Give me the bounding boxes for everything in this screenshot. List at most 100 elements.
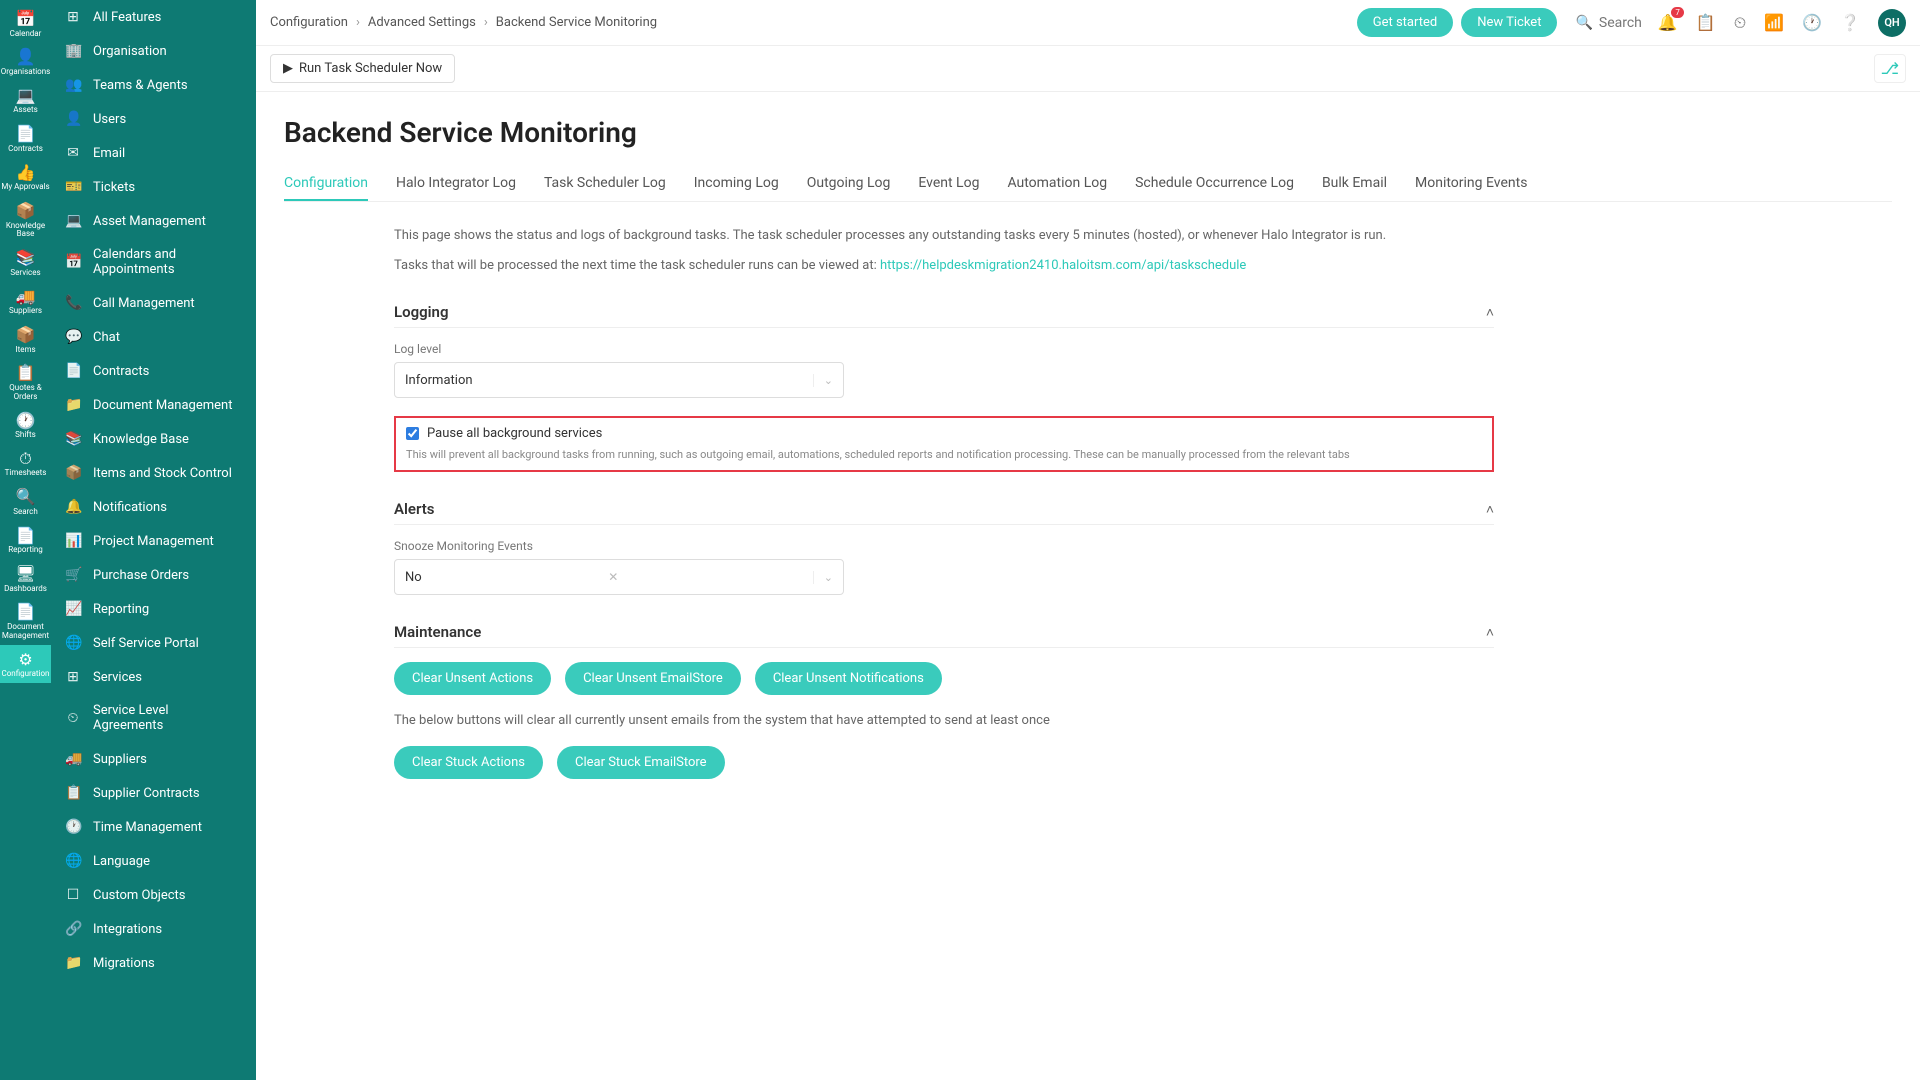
menu-sidebar-item[interactable]: 📞Call Management <box>51 286 256 320</box>
menu-sidebar-item[interactable]: 🛒Purchase Orders <box>51 558 256 592</box>
avatar[interactable]: QH <box>1878 9 1906 37</box>
menu-sidebar-item[interactable]: 📈Reporting <box>51 592 256 626</box>
icon-sidebar-item[interactable]: 🚚Suppliers <box>0 282 51 320</box>
icon-sidebar-item[interactable]: 📄Document Management <box>0 597 51 644</box>
menu-sidebar-item[interactable]: 📅Calendars and Appointments <box>51 238 256 286</box>
menu-sidebar-item[interactable]: 📚Knowledge Base <box>51 422 256 456</box>
tab[interactable]: Automation Log <box>1007 167 1107 201</box>
tab[interactable]: Schedule Occurrence Log <box>1135 167 1294 201</box>
icon-sidebar-item[interactable]: 📦Items <box>0 320 51 358</box>
bell-icon[interactable]: 🔔7 <box>1658 13 1678 32</box>
icon-sidebar-item[interactable]: ⏱Timesheets <box>0 444 51 482</box>
clear-icon[interactable]: ✕ <box>608 570 626 584</box>
maintenance-button[interactable]: Clear Stuck Actions <box>394 746 543 779</box>
log-level-select[interactable]: Information ⌄ <box>394 362 844 398</box>
menu-icon: 📚 <box>65 431 81 447</box>
breadcrumb-item[interactable]: Configuration <box>270 15 348 30</box>
help-icon[interactable]: ❔ <box>1840 13 1860 32</box>
clipboard-icon[interactable]: 📋 <box>1696 13 1716 32</box>
maintenance-button[interactable]: Clear Stuck EmailStore <box>557 746 725 779</box>
sidebar-label: Timesheets <box>5 469 47 478</box>
maintenance-button[interactable]: Clear Unsent Actions <box>394 662 551 695</box>
breadcrumb-item[interactable]: Advanced Settings <box>368 15 476 30</box>
icon-sidebar-item[interactable]: 📋Quotes & Orders <box>0 358 51 405</box>
menu-icon: 💬 <box>65 329 81 345</box>
tab[interactable]: Bulk Email <box>1322 167 1387 201</box>
menu-sidebar-item[interactable]: 🔗Integrations <box>51 912 256 946</box>
icon-sidebar-item[interactable]: 📄Reporting <box>0 521 51 559</box>
menu-sidebar-item[interactable]: 💬Chat <box>51 320 256 354</box>
menu-sidebar-item[interactable]: 🚚Suppliers <box>51 742 256 776</box>
menu-sidebar-item[interactable]: 📁Migrations <box>51 946 256 980</box>
tab[interactable]: Halo Integrator Log <box>396 167 516 201</box>
sidebar-icon: 📚 <box>16 249 36 267</box>
icon-sidebar-item[interactable]: 📦Knowledge Base <box>0 196 51 243</box>
chevron-up-icon[interactable]: ˄ <box>1486 304 1494 321</box>
icon-sidebar-item[interactable]: 👤Organisations <box>0 42 51 80</box>
icon-sidebar-item[interactable]: 💻Assets <box>0 81 51 119</box>
menu-sidebar-item[interactable]: 🏢Organisation <box>51 34 256 68</box>
menu-sidebar-item[interactable]: 🌐Self Service Portal <box>51 626 256 660</box>
description-1: This page shows the status and logs of b… <box>394 226 1494 246</box>
sidebar-icon: 📄 <box>16 125 36 143</box>
maintenance-button[interactable]: Clear Unsent Notifications <box>755 662 942 695</box>
menu-sidebar-item[interactable]: 🌐Language <box>51 844 256 878</box>
chevron-up-icon[interactable]: ˄ <box>1486 624 1494 641</box>
new-ticket-button[interactable]: New Ticket <box>1461 8 1557 37</box>
pause-services-checkbox-row[interactable]: Pause all background services <box>406 426 1482 441</box>
icon-sidebar-item[interactable]: 🕐Shifts <box>0 406 51 444</box>
menu-sidebar-item[interactable]: 👤Users <box>51 102 256 136</box>
icon-sidebar-item[interactable]: 📄Contracts <box>0 119 51 157</box>
icon-sidebar-item[interactable]: ⚙Configuration <box>0 645 51 683</box>
menu-icon: 📋 <box>65 785 81 801</box>
menu-sidebar-item[interactable]: 📁Document Management <box>51 388 256 422</box>
breadcrumb-item[interactable]: Backend Service Monitoring <box>496 15 657 30</box>
menu-sidebar-item[interactable]: 📄Contracts <box>51 354 256 388</box>
tab[interactable]: Monitoring Events <box>1415 167 1527 201</box>
menu-icon: 👥 <box>65 77 81 93</box>
tab[interactable]: Outgoing Log <box>807 167 891 201</box>
alerts-title: Alerts <box>394 500 435 518</box>
icon-sidebar-item[interactable]: 🖥Dashboards <box>0 559 51 597</box>
sidebar-icon: 👤 <box>16 48 36 66</box>
tab[interactable]: Incoming Log <box>694 167 779 201</box>
menu-sidebar-item[interactable]: 📦Items and Stock Control <box>51 456 256 490</box>
search-box[interactable]: 🔍 Search <box>1575 15 1641 31</box>
menu-sidebar-item[interactable]: ☐Custom Objects <box>51 878 256 912</box>
tab[interactable]: Event Log <box>918 167 979 201</box>
icon-sidebar-item[interactable]: 🔍Search <box>0 482 51 520</box>
menu-sidebar-item[interactable]: 🕐Time Management <box>51 810 256 844</box>
sidebar-icon: 🖥 <box>15 565 35 583</box>
menu-label: Service Level Agreements <box>93 703 242 733</box>
menu-sidebar-item[interactable]: ⊞All Features <box>51 0 256 34</box>
tab[interactable]: Configuration <box>284 167 368 201</box>
menu-icon: 📅 <box>65 254 81 270</box>
icon-sidebar-item[interactable]: 👍My Approvals <box>0 158 51 196</box>
sidebar-icon: 🕐 <box>16 412 36 430</box>
menu-sidebar-item[interactable]: 🔔Notifications <box>51 490 256 524</box>
run-task-scheduler-button[interactable]: ▶ Run Task Scheduler Now <box>270 54 455 83</box>
chevron-up-icon[interactable]: ˄ <box>1486 501 1494 518</box>
menu-sidebar-item[interactable]: ⊞Services <box>51 660 256 694</box>
icon-sidebar-item[interactable]: 📅Calendar <box>0 4 51 42</box>
menu-sidebar-item[interactable]: ✉Email <box>51 136 256 170</box>
menu-sidebar-item[interactable]: 💻Asset Management <box>51 204 256 238</box>
tree-view-icon[interactable]: ⎇ <box>1874 54 1906 83</box>
clock-icon[interactable]: 🕐 <box>1802 13 1822 32</box>
get-started-button[interactable]: Get started <box>1357 8 1453 37</box>
rss-icon[interactable]: 📶 <box>1764 13 1784 32</box>
tab[interactable]: Task Scheduler Log <box>544 167 666 201</box>
description-2: Tasks that will be processed the next ti… <box>394 256 1494 276</box>
menu-sidebar-item[interactable]: 📋Supplier Contracts <box>51 776 256 810</box>
gauge-icon[interactable]: ⏲ <box>1734 13 1746 33</box>
snooze-select[interactable]: No ✕ ⌄ <box>394 559 844 595</box>
main-panel: Configuration › Advanced Settings › Back… <box>256 0 1920 1080</box>
task-schedule-link[interactable]: https://helpdeskmigration2410.haloitsm.c… <box>880 258 1246 273</box>
pause-services-checkbox[interactable] <box>406 427 419 440</box>
menu-sidebar-item[interactable]: 👥Teams & Agents <box>51 68 256 102</box>
menu-sidebar-item[interactable]: 🎫Tickets <box>51 170 256 204</box>
menu-sidebar-item[interactable]: ⏲Service Level Agreements <box>51 694 256 742</box>
menu-sidebar-item[interactable]: 📊Project Management <box>51 524 256 558</box>
icon-sidebar-item[interactable]: 📚Services <box>0 243 51 281</box>
maintenance-button[interactable]: Clear Unsent EmailStore <box>565 662 741 695</box>
